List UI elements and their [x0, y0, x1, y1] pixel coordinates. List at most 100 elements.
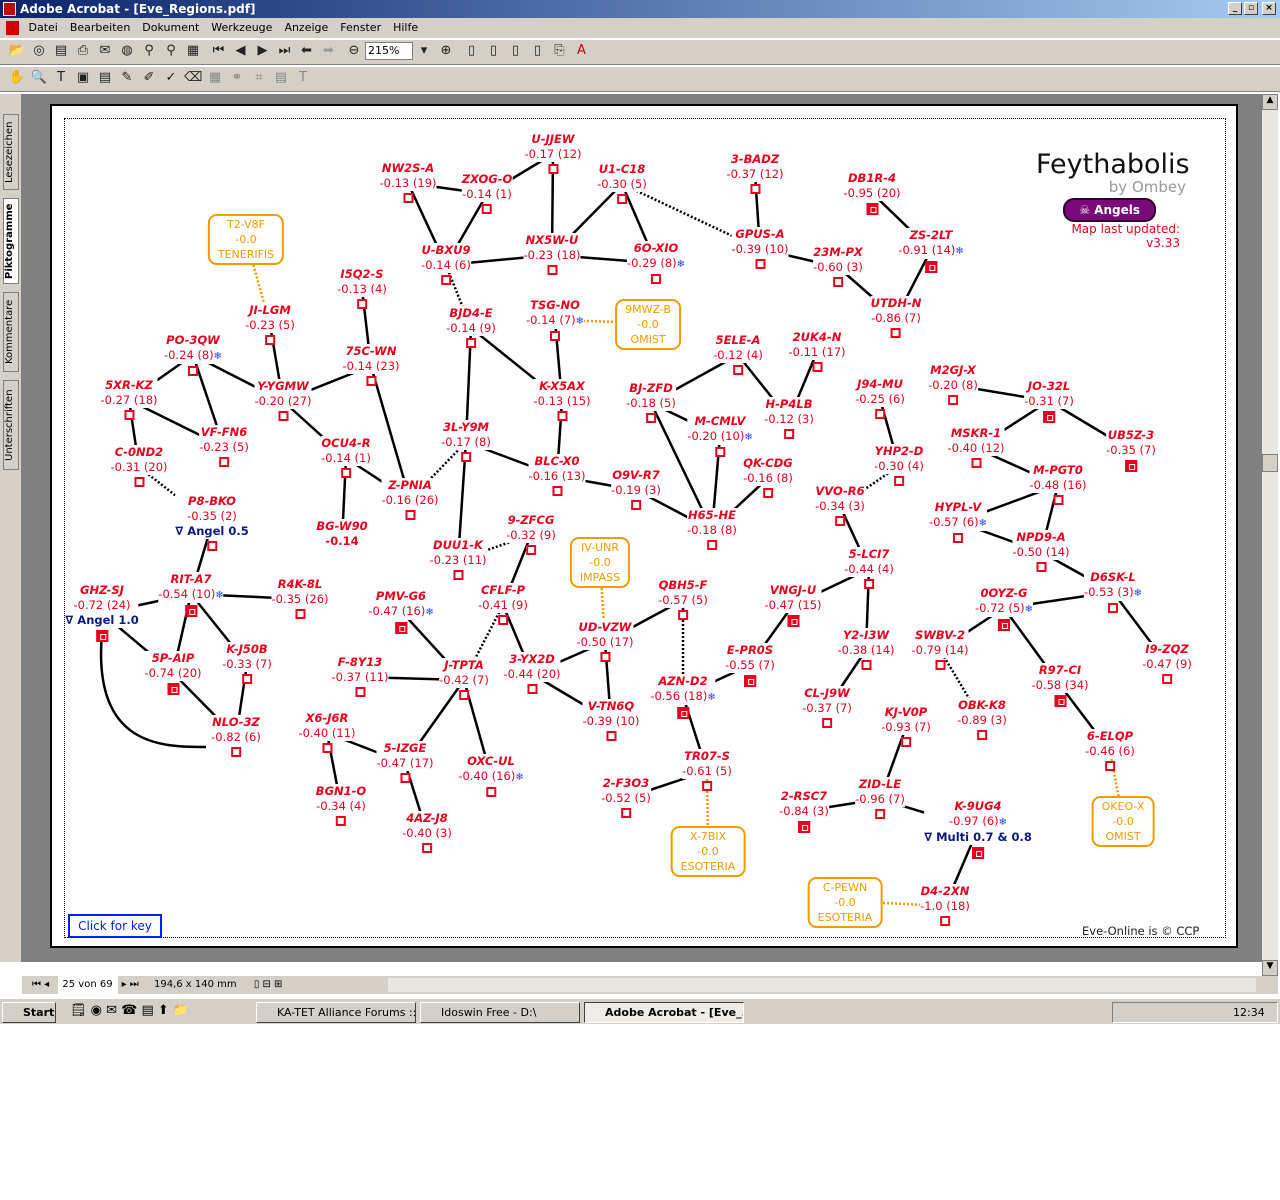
- first-page-nav-icon[interactable]: ⏮ ◂: [32, 979, 49, 990]
- system-icon[interactable]: [421, 843, 432, 853]
- system-node[interactable]: E-PR0S -0.55 (7): [725, 643, 775, 687]
- system-icon[interactable]: [188, 366, 198, 376]
- system-node[interactable]: 3-BADZ -0.37 (12): [726, 152, 784, 194]
- system-icon[interactable]: [821, 718, 832, 728]
- system-node[interactable]: MSKR-1 -0.40 (12): [947, 426, 1005, 468]
- system-icon[interactable]: [874, 409, 885, 419]
- system-node[interactable]: TR07-S -0.61 (5): [682, 749, 732, 791]
- system-node[interactable]: K-X5AX -0.13 (15): [533, 379, 591, 421]
- system-icon[interactable]: [230, 747, 241, 757]
- system-node[interactable]: D6SK-L -0.53 (3)❄: [1083, 570, 1143, 613]
- system-icon[interactable]: [630, 500, 641, 510]
- system-icon[interactable]: [677, 610, 688, 620]
- system-node[interactable]: YHP2-D -0.30 (4): [874, 444, 924, 486]
- system-node[interactable]: 5P-AIP -0.74 (20): [144, 651, 202, 695]
- system-node[interactable]: 23M-PX -0.60 (3): [813, 245, 863, 287]
- system-icon[interactable]: [497, 615, 508, 625]
- scroll-down-icon[interactable]: ▼: [1262, 960, 1278, 976]
- system-node[interactable]: 5XR-KZ -0.27 (18): [100, 378, 158, 420]
- system-icon[interactable]: [482, 204, 492, 214]
- system-icon[interactable]: [900, 737, 911, 747]
- system-node[interactable]: 2-F3O3 -0.52 (5): [601, 776, 651, 818]
- system-icon[interactable]: [322, 743, 332, 753]
- station-icon[interactable]: [743, 675, 756, 687]
- system-icon[interactable]: [1053, 495, 1063, 505]
- system-node[interactable]: RIT-A7 -0.54 (10)❄: [158, 572, 224, 617]
- system-icon[interactable]: [620, 808, 631, 818]
- system-node[interactable]: DUU1-K -0.23 (11): [429, 538, 487, 580]
- system-node[interactable]: 3-YX2D -0.44 (20): [503, 652, 561, 694]
- system-icon[interactable]: [971, 458, 981, 468]
- system-node[interactable]: 6O-XIO -0.29 (8)❄: [626, 241, 686, 284]
- system-icon[interactable]: [356, 299, 367, 309]
- task-forums[interactable]: KA-TET Alliance Forums ::...: [256, 1002, 416, 1023]
- system-node[interactable]: UB5Z-3 -0.35 (7): [1106, 428, 1156, 472]
- system-node[interactable]: Z-PNIA -0.16 (26): [381, 478, 439, 520]
- system-icon[interactable]: [206, 541, 217, 551]
- system-node[interactable]: PMV-G6 -0.47 (16)❄: [368, 589, 434, 634]
- station-icon[interactable]: [924, 261, 937, 273]
- system-icon[interactable]: [616, 194, 627, 204]
- system-node[interactable]: 2UK4-N -0.11 (17): [788, 330, 846, 372]
- task-idoswin[interactable]: Idoswin Free - D:\: [420, 1002, 580, 1023]
- system-icon[interactable]: [706, 540, 717, 550]
- system-node[interactable]: 5-IZGE -0.47 (17): [376, 741, 434, 783]
- system-node[interactable]: NW2S-A -0.13 (19): [379, 161, 437, 203]
- system-icon[interactable]: [335, 816, 346, 826]
- system-node[interactable]: O9V-R7 -0.19 (3): [611, 468, 661, 510]
- system-icon[interactable]: [453, 570, 463, 580]
- system-node[interactable]: 0OYZ-G -0.72 (5)❄: [974, 586, 1034, 631]
- station-icon[interactable]: [184, 605, 197, 617]
- system-node[interactable]: HYPL-V -0.57 (6)❄: [928, 500, 988, 543]
- system-node[interactable]: OXC-UL -0.40 (16)❄: [458, 754, 524, 797]
- system-icon[interactable]: [241, 674, 252, 684]
- system-icon[interactable]: [755, 259, 765, 269]
- system-icon[interactable]: [548, 164, 558, 174]
- station-icon[interactable]: [797, 821, 810, 833]
- system-node[interactable]: CL-J9W -0.37 (7): [802, 686, 852, 728]
- system-node[interactable]: R4K-8L -0.35 (26): [271, 577, 329, 619]
- system-icon[interactable]: [714, 447, 725, 457]
- system-icon[interactable]: [1161, 674, 1172, 684]
- system-node[interactable]: BGN1-O -0.34 (4): [315, 784, 367, 826]
- system-icon[interactable]: [295, 609, 305, 619]
- system-node[interactable]: NPD9-A -0.50 (14): [1012, 530, 1070, 572]
- system-node[interactable]: R97-CI -0.58 (34): [1031, 663, 1089, 707]
- system-node[interactable]: NLO-3Z -0.82 (6): [211, 715, 261, 757]
- constellation-link[interactable]: T2-V8F -0.0 TENERIFIS: [207, 214, 285, 265]
- system-icon[interactable]: [552, 486, 562, 496]
- system-node[interactable]: OCU4-R -0.14 (1): [321, 436, 371, 478]
- last-page-nav-icon[interactable]: ▸ ⏭: [122, 979, 139, 990]
- system-node[interactable]: JO-32L -0.31 (7): [1024, 379, 1074, 423]
- system-icon[interactable]: [750, 184, 760, 194]
- system-icon[interactable]: [460, 452, 471, 462]
- system-node[interactable]: U-BXU9 -0.14 (6): [421, 243, 471, 285]
- system-icon[interactable]: [550, 331, 560, 341]
- system-icon[interactable]: [651, 274, 661, 284]
- system-icon[interactable]: [939, 916, 950, 926]
- task-acrobat[interactable]: Adobe Acrobat - [Eve_...: [584, 1002, 744, 1023]
- system-icon[interactable]: [893, 476, 904, 486]
- system-node[interactable]: BG-W90 -0.14: [316, 519, 368, 549]
- system-node[interactable]: TSG-NO -0.14 (7)❄: [525, 298, 585, 341]
- system-node[interactable]: VVO-R6 -0.34 (3): [815, 484, 865, 526]
- station-icon[interactable]: [1042, 411, 1055, 423]
- system-icon[interactable]: [400, 773, 410, 783]
- system-node[interactable]: 5ELE-A -0.12 (4): [713, 333, 763, 375]
- station-icon[interactable]: [394, 622, 407, 634]
- system-icon[interactable]: [935, 660, 945, 670]
- system-node[interactable]: BJ-ZFD -0.18 (5): [626, 381, 676, 423]
- system-icon[interactable]: [557, 411, 567, 421]
- system-icon[interactable]: [366, 376, 376, 386]
- system-icon[interactable]: [953, 533, 963, 543]
- system-node[interactable]: D4-2XN -1.0 (18): [920, 884, 970, 926]
- system-icon[interactable]: [405, 510, 415, 520]
- system-node[interactable]: I9-ZQZ -0.47 (9): [1142, 642, 1192, 684]
- system-icon[interactable]: [264, 335, 275, 345]
- scroll-up-icon[interactable]: ▲: [1262, 94, 1278, 110]
- system-node[interactable]: M2GJ-X -0.20 (8): [928, 363, 978, 405]
- system-node[interactable]: 75C-WN -0.14 (23): [342, 344, 400, 386]
- page-number-field[interactable]: 25 von 69: [58, 976, 119, 994]
- system-node[interactable]: NX5W-U -0.23 (18): [523, 233, 581, 275]
- station-icon[interactable]: [167, 683, 179, 695]
